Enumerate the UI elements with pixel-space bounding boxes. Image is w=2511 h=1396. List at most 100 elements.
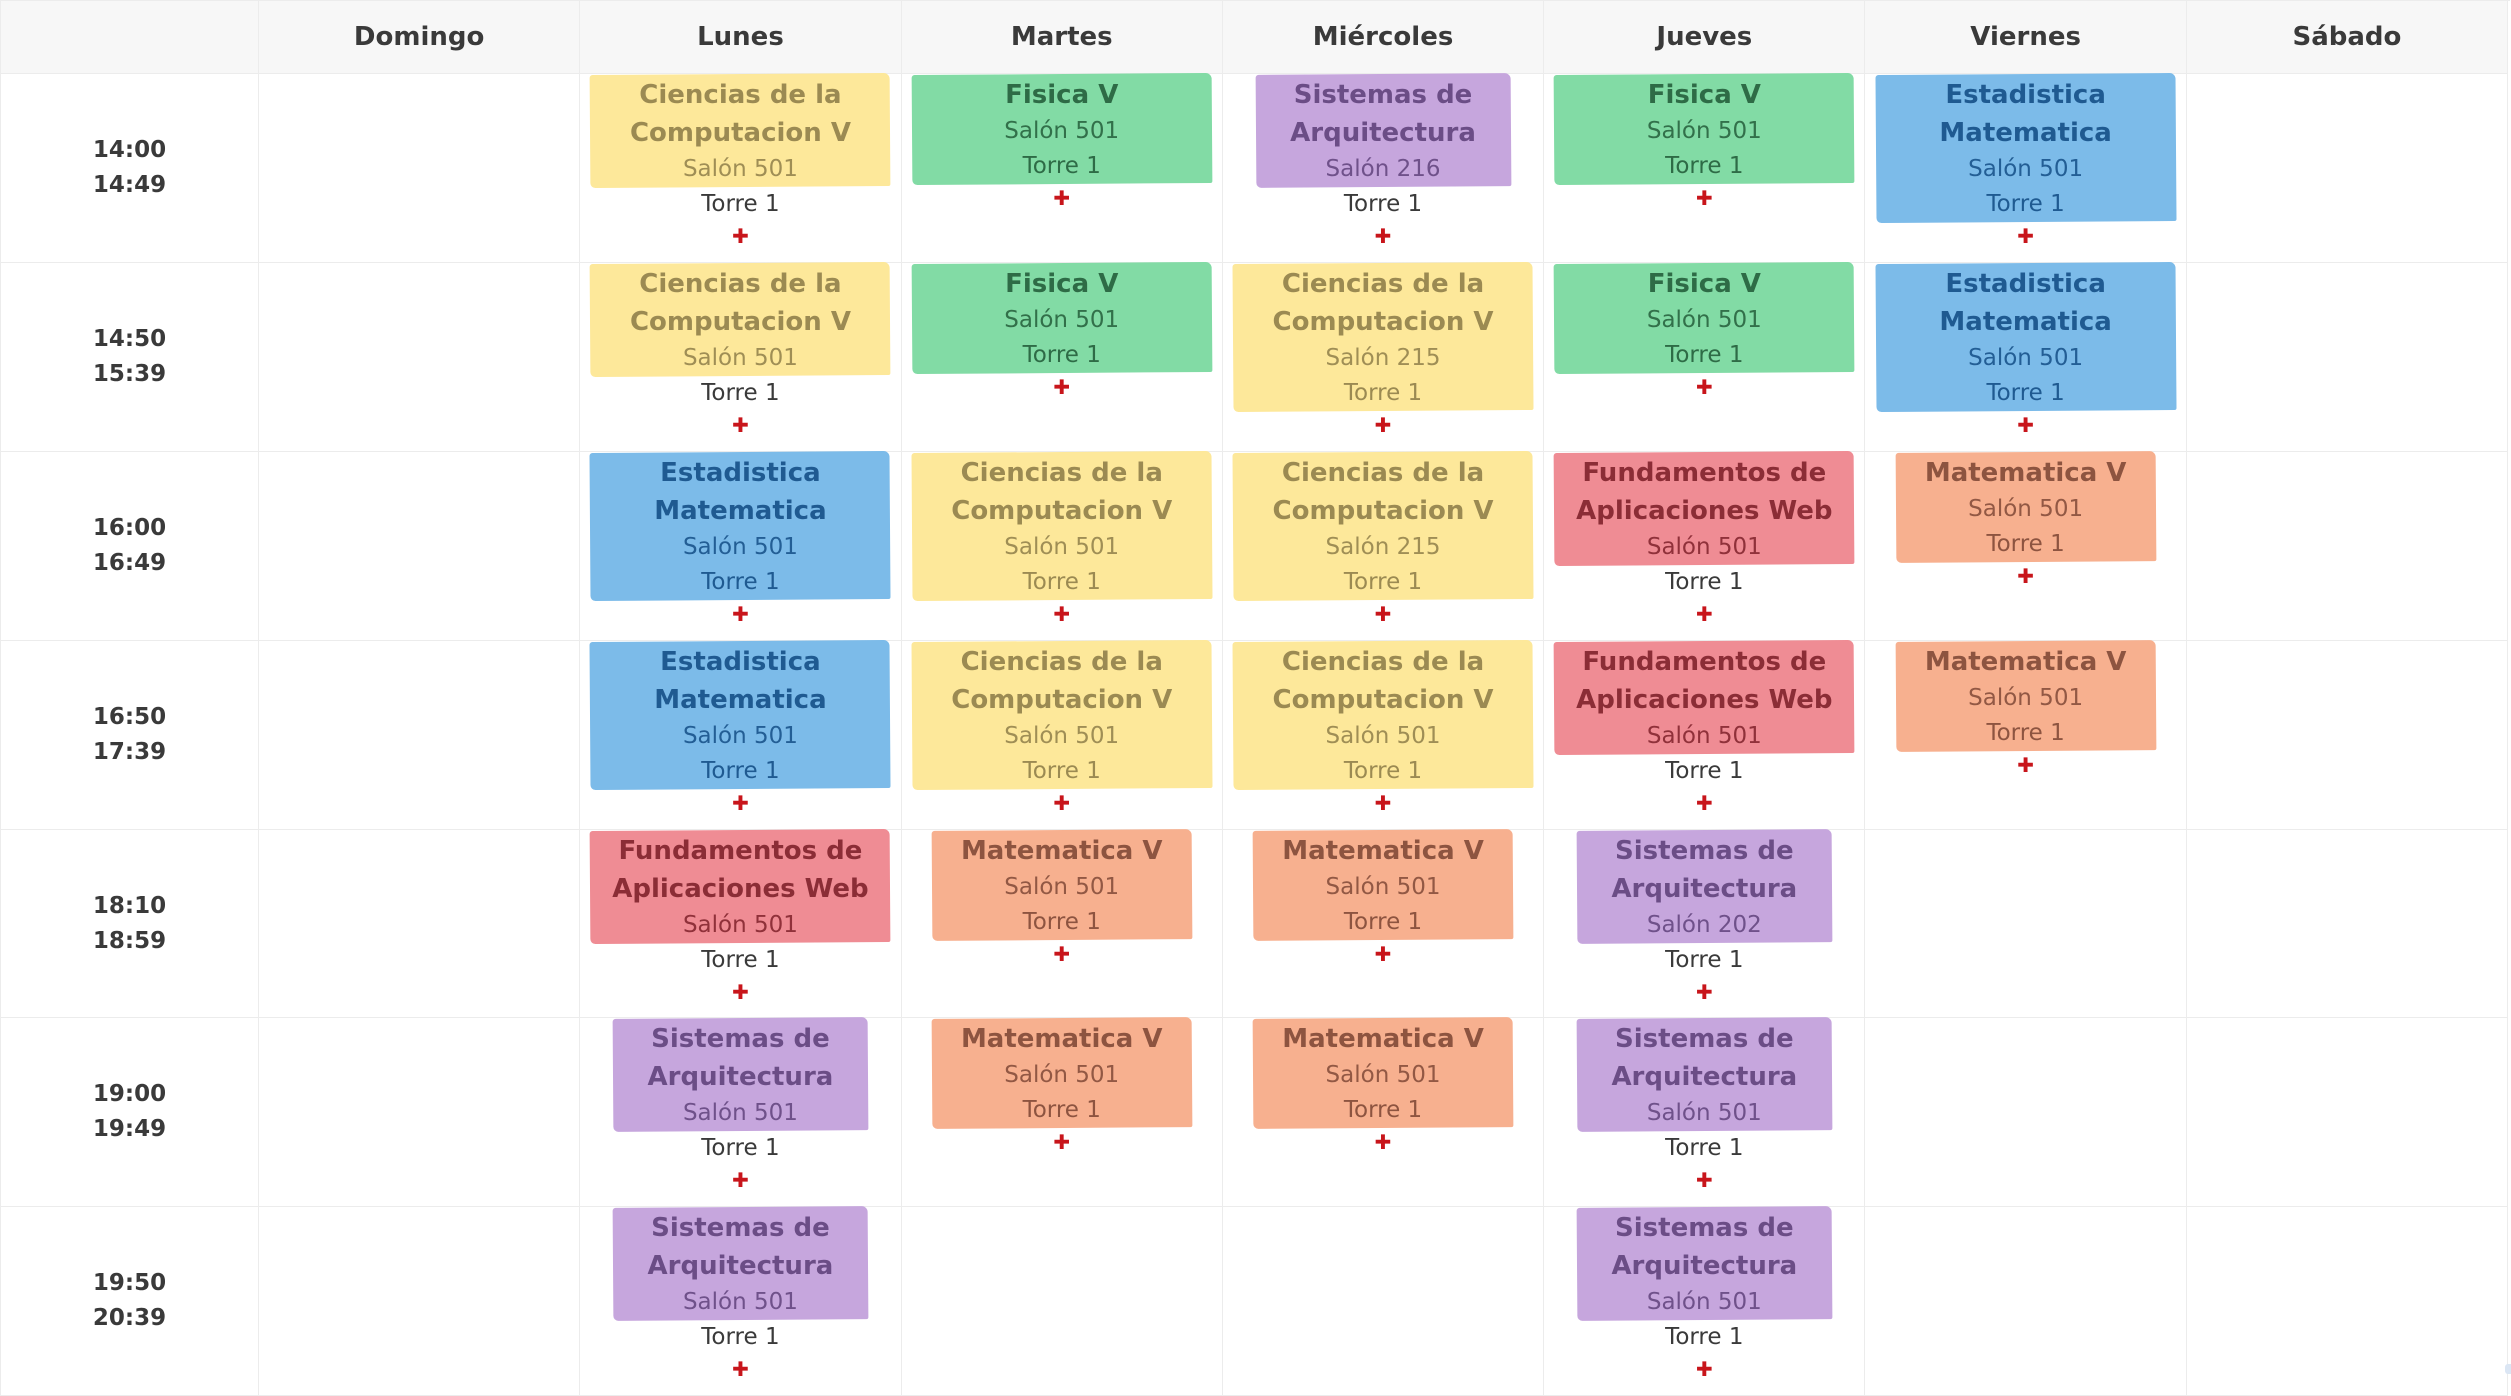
schedule-cell[interactable]: Fundamentos de Aplicaciones Web Salón 501… [580,829,902,1019]
class-card[interactable]: Ciencias de la Computacion V Salón 215 Tor… [1233,263,1533,411]
schedule-cell[interactable] [2186,451,2509,641]
schedule-cell[interactable]: Ciencias de la Computacion V Salón 501 Tor… [901,640,1223,830]
schedule-cell[interactable]: Estadistica Matematica Salón 501 Torre 1 ✚ [580,451,902,641]
schedule-cell[interactable]: Matematica V Salón 501 Torre 1 ✚ [901,829,1223,1019]
plus-icon[interactable]: ✚ [1696,791,1713,815]
plus-icon[interactable]: ✚ [732,1357,749,1381]
class-card[interactable]: Fundamentos de Aplicaciones Web Salón 501 [1554,641,1854,754]
schedule-cell[interactable]: Ciencias de la Computacion V Salón 501 Tor… [580,74,902,263]
schedule-cell[interactable]: Sistemas de Arquitectura Salón 501 Torre 1… [580,1018,902,1208]
class-card[interactable]: Estadistica Matematica Salón 501 Torre 1 [590,452,890,600]
plus-icon[interactable]: ✚ [1053,602,1070,626]
schedule-cell[interactable] [259,451,581,641]
schedule-cell[interactable] [2186,829,2509,1019]
class-card[interactable]: Estadistica Matematica Salón 501 Torre 1 [1876,263,2176,411]
plus-icon[interactable]: ✚ [1696,375,1713,399]
plus-icon[interactable]: ✚ [1375,224,1392,248]
schedule-cell[interactable] [259,74,581,263]
plus-icon[interactable]: ✚ [732,980,749,1004]
schedule-cell[interactable] [2186,262,2509,452]
class-card[interactable]: Estadistica Matematica Salón 501 Torre 1 [1876,74,2176,222]
plus-icon[interactable]: ✚ [1696,602,1713,626]
schedule-cell[interactable]: Ciencias de la Computacion V Salón 501 Tor… [901,451,1223,641]
class-card[interactable]: Sistemas de Arquitectura Salón 501 [1577,1018,1832,1131]
schedule-cell[interactable] [2186,640,2509,830]
plus-icon[interactable]: ✚ [732,602,749,626]
plus-icon[interactable]: ✚ [732,413,749,437]
plus-icon[interactable]: ✚ [1696,1357,1713,1381]
schedule-cell[interactable]: Sistemas de Arquitectura Salón 501 Torre 1… [1544,1018,1866,1208]
schedule-cell[interactable]: Sistemas de Arquitectura Salón 202 Torre 1… [1544,829,1866,1019]
schedule-cell[interactable]: Matematica V Salón 501 Torre 1 ✚ [901,1018,1223,1208]
schedule-cell[interactable]: Matematica V Salón 501 Torre 1 ✚ [1865,451,2187,641]
class-card[interactable]: Sistemas de Arquitectura Salón 501 [1577,1207,1832,1320]
plus-icon[interactable]: ✚ [2017,753,2034,777]
plus-icon[interactable]: ✚ [1375,1130,1392,1154]
class-card[interactable]: Estadistica Matematica Salón 501 Torre 1 [590,641,890,789]
class-card[interactable]: Fisica V Salón 501 Torre 1 [912,74,1212,184]
class-card[interactable]: Sistemas de Arquitectura Salón 216 [1256,74,1511,187]
schedule-cell[interactable]: Matematica V Salón 501 Torre 1 ✚ [1222,1018,1545,1208]
schedule-cell[interactable]: Ciencias de la Computacion V Salón 501 Tor… [580,262,902,452]
schedule-cell[interactable]: Ciencias de la Computacion V Salón 215 Tor… [1222,451,1545,641]
plus-icon[interactable]: ✚ [1696,1168,1713,1192]
plus-icon[interactable]: ✚ [1375,791,1392,815]
schedule-cell[interactable]: Ciencias de la Computacion V Salón 215 Tor… [1222,262,1545,452]
plus-icon[interactable]: ✚ [2017,564,2034,588]
schedule-cell[interactable]: Sistemas de Arquitectura Salón 501 Torre 1… [1544,1207,1866,1396]
class-card[interactable]: Fisica V Salón 501 Torre 1 [1554,74,1854,184]
plus-icon[interactable]: ✚ [1696,186,1713,210]
class-card[interactable]: Sistemas de Arquitectura Salón 202 [1577,830,1832,943]
schedule-cell[interactable]: Fisica V Salón 501 Torre 1 ✚ [1544,262,1866,452]
schedule-cell[interactable] [1865,1207,2187,1396]
plus-icon[interactable]: ✚ [2017,413,2034,437]
schedule-cell[interactable]: Sistemas de Arquitectura Salón 501 Torre 1… [580,1207,902,1396]
class-card[interactable]: Fundamentos de Aplicaciones Web Salón 501 [590,830,890,943]
class-card[interactable]: Matematica V Salón 501 Torre 1 [1896,452,2156,562]
schedule-cell[interactable] [259,1018,581,1208]
plus-icon[interactable]: ✚ [732,791,749,815]
schedule-cell[interactable]: Estadistica Matematica Salón 501 Torre 1 ✚ [580,640,902,830]
class-card[interactable]: Sistemas de Arquitectura Salón 501 [613,1018,868,1131]
plus-icon[interactable]: ✚ [1053,186,1070,210]
class-card[interactable]: Ciencias de la Computacion V Salón 501 Tor… [912,452,1212,600]
class-card[interactable]: Ciencias de la Computacion V Salón 501 [590,74,890,187]
scroll-indicator[interactable] [2505,1364,2511,1374]
class-card[interactable]: Fisica V Salón 501 Torre 1 [912,263,1212,373]
schedule-cell[interactable]: Fundamentos de Aplicaciones Web Salón 501… [1544,451,1866,641]
plus-icon[interactable]: ✚ [1053,942,1070,966]
plus-icon[interactable]: ✚ [1375,602,1392,626]
class-card[interactable]: Matematica V Salón 501 Torre 1 [932,1018,1192,1128]
plus-icon[interactable]: ✚ [1053,375,1070,399]
schedule-cell[interactable]: Matematica V Salón 501 Torre 1 ✚ [1222,829,1545,1019]
plus-icon[interactable]: ✚ [1053,1130,1070,1154]
schedule-cell[interactable]: Fisica V Salón 501 Torre 1 ✚ [901,262,1223,452]
plus-icon[interactable]: ✚ [2017,224,2034,248]
schedule-cell[interactable]: Fisica V Salón 501 Torre 1 ✚ [1544,74,1866,263]
class-card[interactable]: Matematica V Salón 501 Torre 1 [932,830,1192,940]
schedule-cell[interactable]: Fundamentos de Aplicaciones Web Salón 501… [1544,640,1866,830]
schedule-cell[interactable] [259,829,581,1019]
class-card[interactable]: Ciencias de la Computacion V Salón 501 Tor… [912,641,1212,789]
class-card[interactable]: Ciencias de la Computacion V Salón 215 Tor… [1233,452,1533,600]
plus-icon[interactable]: ✚ [1053,791,1070,815]
class-card[interactable]: Sistemas de Arquitectura Salón 501 [613,1207,868,1320]
plus-icon[interactable]: ✚ [1696,980,1713,1004]
schedule-cell[interactable]: Estadistica Matematica Salón 501 Torre 1 ✚ [1865,74,2187,263]
class-card[interactable]: Matematica V Salón 501 Torre 1 [1253,830,1513,940]
schedule-cell[interactable] [2186,1018,2509,1208]
plus-icon[interactable]: ✚ [1375,942,1392,966]
schedule-cell[interactable]: Matematica V Salón 501 Torre 1 ✚ [1865,640,2187,830]
plus-icon[interactable]: ✚ [1375,413,1392,437]
plus-icon[interactable]: ✚ [732,224,749,248]
schedule-cell[interactable]: Estadistica Matematica Salón 501 Torre 1 ✚ [1865,262,2187,452]
schedule-cell[interactable] [1865,1018,2187,1208]
class-card[interactable]: Matematica V Salón 501 Torre 1 [1253,1018,1513,1128]
class-card[interactable]: Fundamentos de Aplicaciones Web Salón 501 [1554,452,1854,565]
plus-icon[interactable]: ✚ [732,1168,749,1192]
class-card[interactable]: Matematica V Salón 501 Torre 1 [1896,641,2156,751]
class-card[interactable]: Ciencias de la Computacion V Salón 501 [590,263,890,376]
schedule-cell[interactable]: Fisica V Salón 501 Torre 1 ✚ [901,74,1223,263]
schedule-cell[interactable] [259,1207,581,1396]
schedule-cell[interactable] [1865,829,2187,1019]
